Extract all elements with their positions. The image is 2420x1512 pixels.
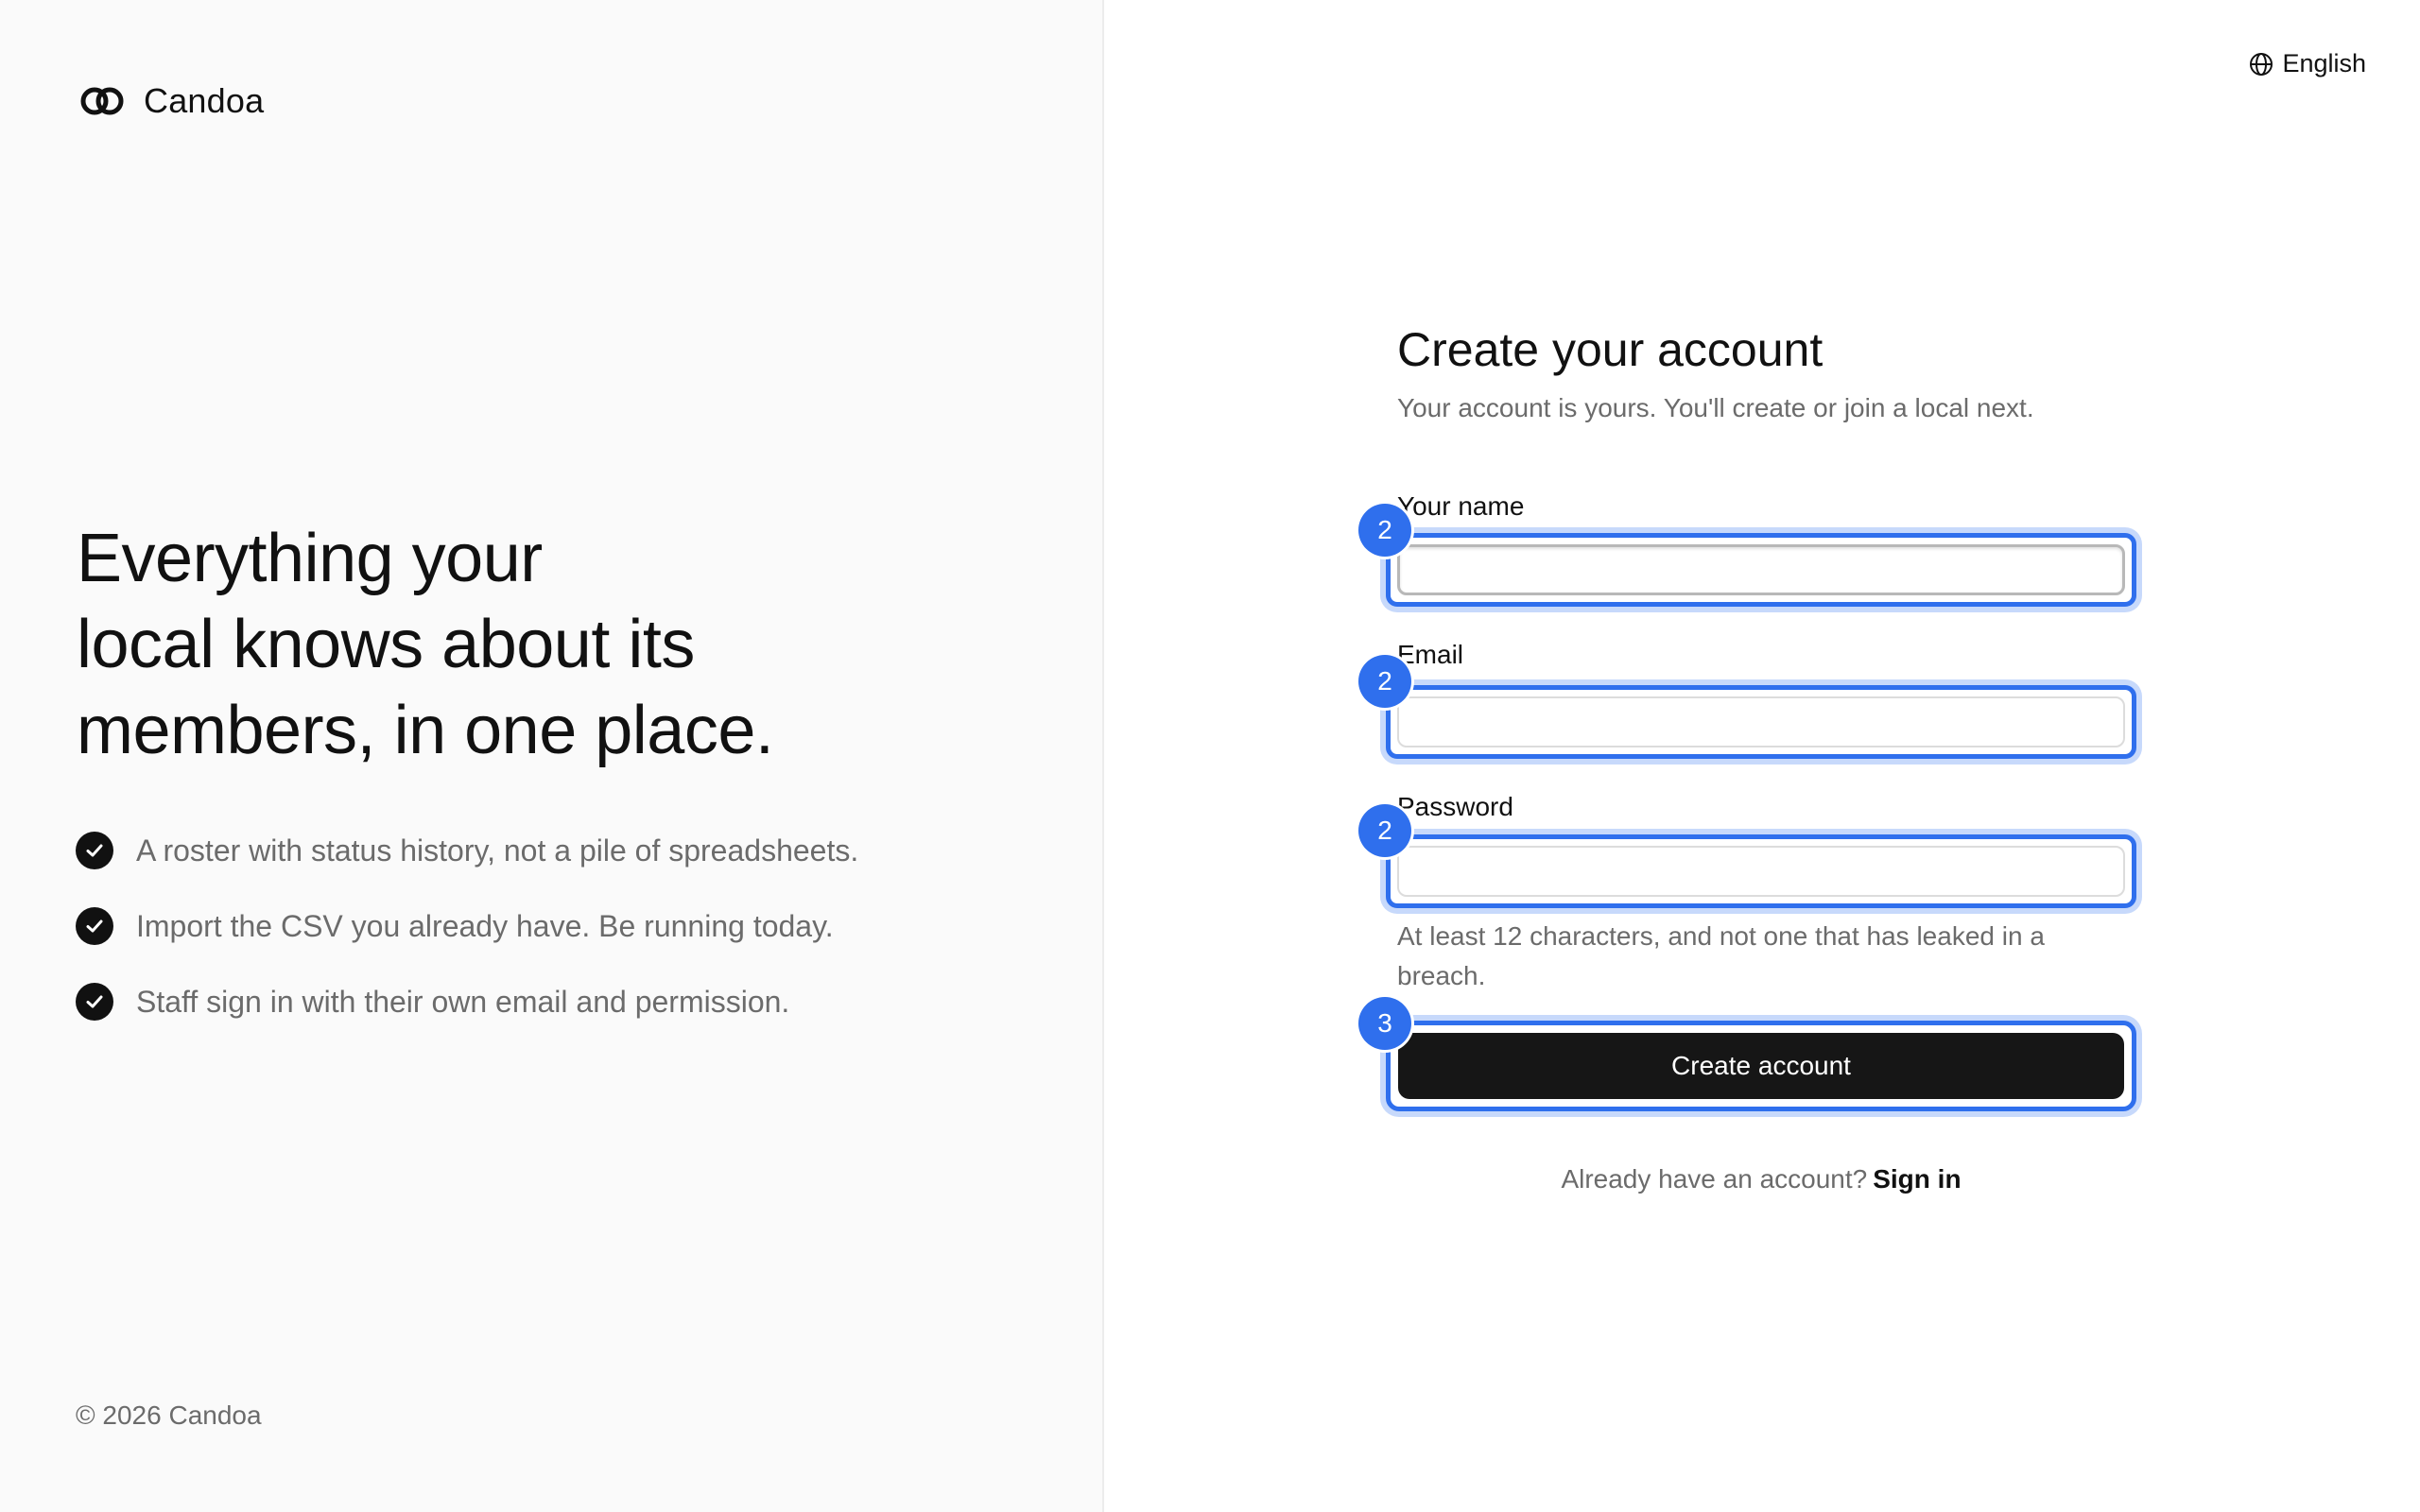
annotation-badge: 3	[1358, 997, 1411, 1050]
annotation-badge: 2	[1358, 655, 1411, 708]
brand-name: Candoa	[144, 81, 265, 120]
feature-text: A roster with status history, not a pile…	[136, 833, 859, 868]
form-subtitle: Your account is yours. You'll create or …	[1397, 393, 2034, 422]
feature-item: Staff sign in with their own email and p…	[76, 983, 858, 1021]
feature-item: A roster with status history, not a pile…	[76, 832, 858, 869]
name-input[interactable]	[1397, 544, 2125, 595]
signup-form-header: Create your account Your account is your…	[1397, 321, 2135, 423]
globe-icon	[2250, 52, 2273, 76]
check-circle-icon	[76, 832, 113, 869]
signin-prompt: Already have an account?	[1561, 1164, 1868, 1194]
create-account-wrapper: Create account	[1386, 1021, 2136, 1111]
feature-item: Import the CSV you already have. Be runn…	[76, 907, 858, 945]
check-circle-icon	[76, 907, 113, 945]
password-hint: At least 12 characters, and not one that…	[1397, 921, 2045, 990]
password-input[interactable]	[1397, 846, 2125, 897]
hero-line: members, in one place.	[77, 693, 774, 768]
email-input[interactable]	[1397, 696, 2125, 747]
brand[interactable]: Candoa	[79, 81, 264, 121]
language-selector[interactable]: English	[2248, 49, 2366, 78]
create-account-button[interactable]: Create account	[1398, 1033, 2124, 1099]
hero-line: local knows about its	[77, 607, 695, 682]
language-label: English	[2282, 49, 2366, 77]
check-circle-icon	[76, 983, 113, 1021]
signup-page: Candoa Everything your local knows about…	[0, 0, 2420, 1512]
feature-list: A roster with status history, not a pile…	[76, 832, 858, 1058]
name-field-wrapper	[1386, 533, 2136, 607]
signin-link[interactable]: Sign in	[1873, 1164, 1961, 1194]
name-label: Your name	[1397, 491, 1525, 521]
email-field-wrapper	[1386, 685, 2136, 759]
hero-line: Everything your	[77, 521, 543, 596]
copyright: © 2026 Candoa	[76, 1400, 262, 1430]
signin-row: Already have an account? Sign in	[1397, 1164, 2125, 1194]
email-label: Email	[1397, 640, 1464, 669]
hero-headline: Everything your local knows about its me…	[77, 516, 927, 774]
password-field-wrapper	[1386, 834, 2136, 908]
feature-text: Import the CSV you already have. Be runn…	[136, 908, 834, 943]
annotation-badge: 2	[1358, 504, 1411, 557]
form-title: Create your account	[1397, 323, 1824, 376]
password-label: Password	[1397, 792, 1513, 821]
logo-icon	[80, 87, 124, 115]
annotation-badge: 2	[1358, 804, 1411, 857]
marketing-panel: Candoa Everything your local knows about…	[0, 0, 1104, 1512]
feature-text: Staff sign in with their own email and p…	[136, 984, 790, 1019]
